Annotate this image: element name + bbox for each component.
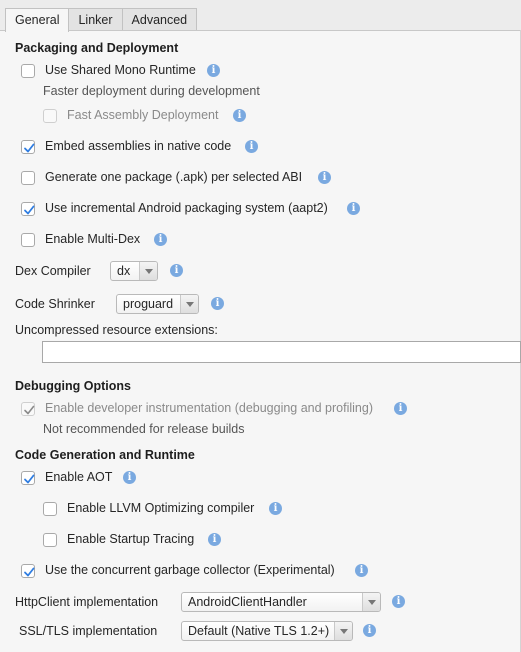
ssl-label: SSL/TLS implementation	[19, 624, 158, 638]
dex-compiler-select[interactable]: dx	[110, 261, 158, 281]
llvm-checkbox[interactable]	[43, 502, 57, 516]
dex-compiler-value: dx	[117, 264, 131, 278]
ssl-value: Default (Native TLS 1.2+)	[188, 624, 330, 638]
concurrent-gc-checkbox[interactable]	[21, 564, 35, 578]
packaging-heading: Packaging and Deployment	[15, 41, 179, 55]
chevron-down-icon	[139, 262, 157, 280]
aot-checkbox[interactable]	[21, 471, 35, 485]
one-package-label: Generate one package (.apk) per selected…	[45, 170, 303, 184]
info-icon[interactable]: i	[347, 202, 360, 215]
info-icon[interactable]: i	[233, 109, 246, 122]
instrumentation-label: Enable developer instrumentation (debugg…	[45, 401, 373, 415]
info-icon[interactable]: i	[355, 564, 368, 577]
multidex-label: Enable Multi-Dex	[45, 232, 141, 246]
codegen-heading: Code Generation and Runtime	[15, 448, 195, 462]
info-icon[interactable]: i	[269, 502, 282, 515]
concurrent-gc-label: Use the concurrent garbage collector (Ex…	[45, 563, 335, 577]
check-icon	[24, 567, 35, 577]
shared-mono-note: Faster deployment during development	[43, 84, 260, 98]
fast-assembly-label: Fast Assembly Deployment	[67, 108, 219, 122]
multidex-checkbox[interactable]	[21, 233, 35, 247]
info-icon[interactable]: i	[318, 171, 331, 184]
info-icon[interactable]: i	[392, 595, 405, 608]
fast-assembly-checkbox[interactable]	[43, 109, 57, 123]
instrumentation-checkbox[interactable]	[21, 402, 35, 416]
shared-mono-label: Use Shared Mono Runtime	[45, 63, 196, 77]
info-icon[interactable]: i	[207, 64, 220, 77]
embed-assemblies-label: Embed assemblies in native code	[45, 139, 232, 153]
chevron-down-icon	[334, 622, 352, 640]
httpclient-label: HttpClient implementation	[15, 595, 159, 609]
check-icon	[24, 143, 35, 153]
check-icon	[24, 205, 35, 215]
code-shrinker-label: Code Shrinker	[15, 297, 95, 311]
aapt2-checkbox[interactable]	[21, 202, 35, 216]
chevron-down-icon	[180, 295, 198, 313]
debugging-heading: Debugging Options	[15, 379, 131, 393]
info-icon[interactable]: i	[394, 402, 407, 415]
info-icon[interactable]: i	[211, 297, 224, 310]
tab-general[interactable]: General	[5, 8, 70, 32]
check-icon	[24, 405, 35, 415]
tab-advanced[interactable]: Advanced	[121, 8, 198, 31]
httpclient-value: AndroidClientHandler	[188, 595, 307, 609]
info-icon[interactable]: i	[245, 140, 258, 153]
aapt2-label: Use incremental Android packaging system…	[45, 201, 328, 215]
code-shrinker-value: proguard	[123, 297, 174, 311]
llvm-label: Enable LLVM Optimizing compiler	[67, 501, 255, 515]
uncompressed-input[interactable]	[42, 341, 521, 363]
ssl-select[interactable]: Default (Native TLS 1.2+)	[181, 621, 353, 641]
instrumentation-note: Not recommended for release builds	[43, 422, 245, 436]
startup-tracing-checkbox[interactable]	[43, 533, 57, 547]
tab-linker[interactable]: Linker	[68, 8, 123, 31]
tab-bar: General Linker Advanced	[5, 8, 198, 32]
one-package-checkbox[interactable]	[21, 171, 35, 185]
check-icon	[24, 474, 35, 484]
info-icon[interactable]: i	[123, 471, 136, 484]
dex-compiler-label: Dex Compiler	[15, 264, 91, 278]
code-shrinker-select[interactable]: proguard	[116, 294, 199, 314]
shared-mono-checkbox[interactable]	[21, 64, 35, 78]
info-icon[interactable]: i	[170, 264, 183, 277]
startup-tracing-label: Enable Startup Tracing	[67, 532, 195, 546]
chevron-down-icon	[362, 593, 380, 611]
uncompressed-label: Uncompressed resource extensions:	[15, 323, 218, 337]
info-icon[interactable]: i	[154, 233, 167, 246]
info-icon[interactable]: i	[208, 533, 221, 546]
httpclient-select[interactable]: AndroidClientHandler	[181, 592, 381, 612]
embed-assemblies-checkbox[interactable]	[21, 140, 35, 154]
info-icon[interactable]: i	[363, 624, 376, 637]
aot-label: Enable AOT	[45, 470, 113, 484]
